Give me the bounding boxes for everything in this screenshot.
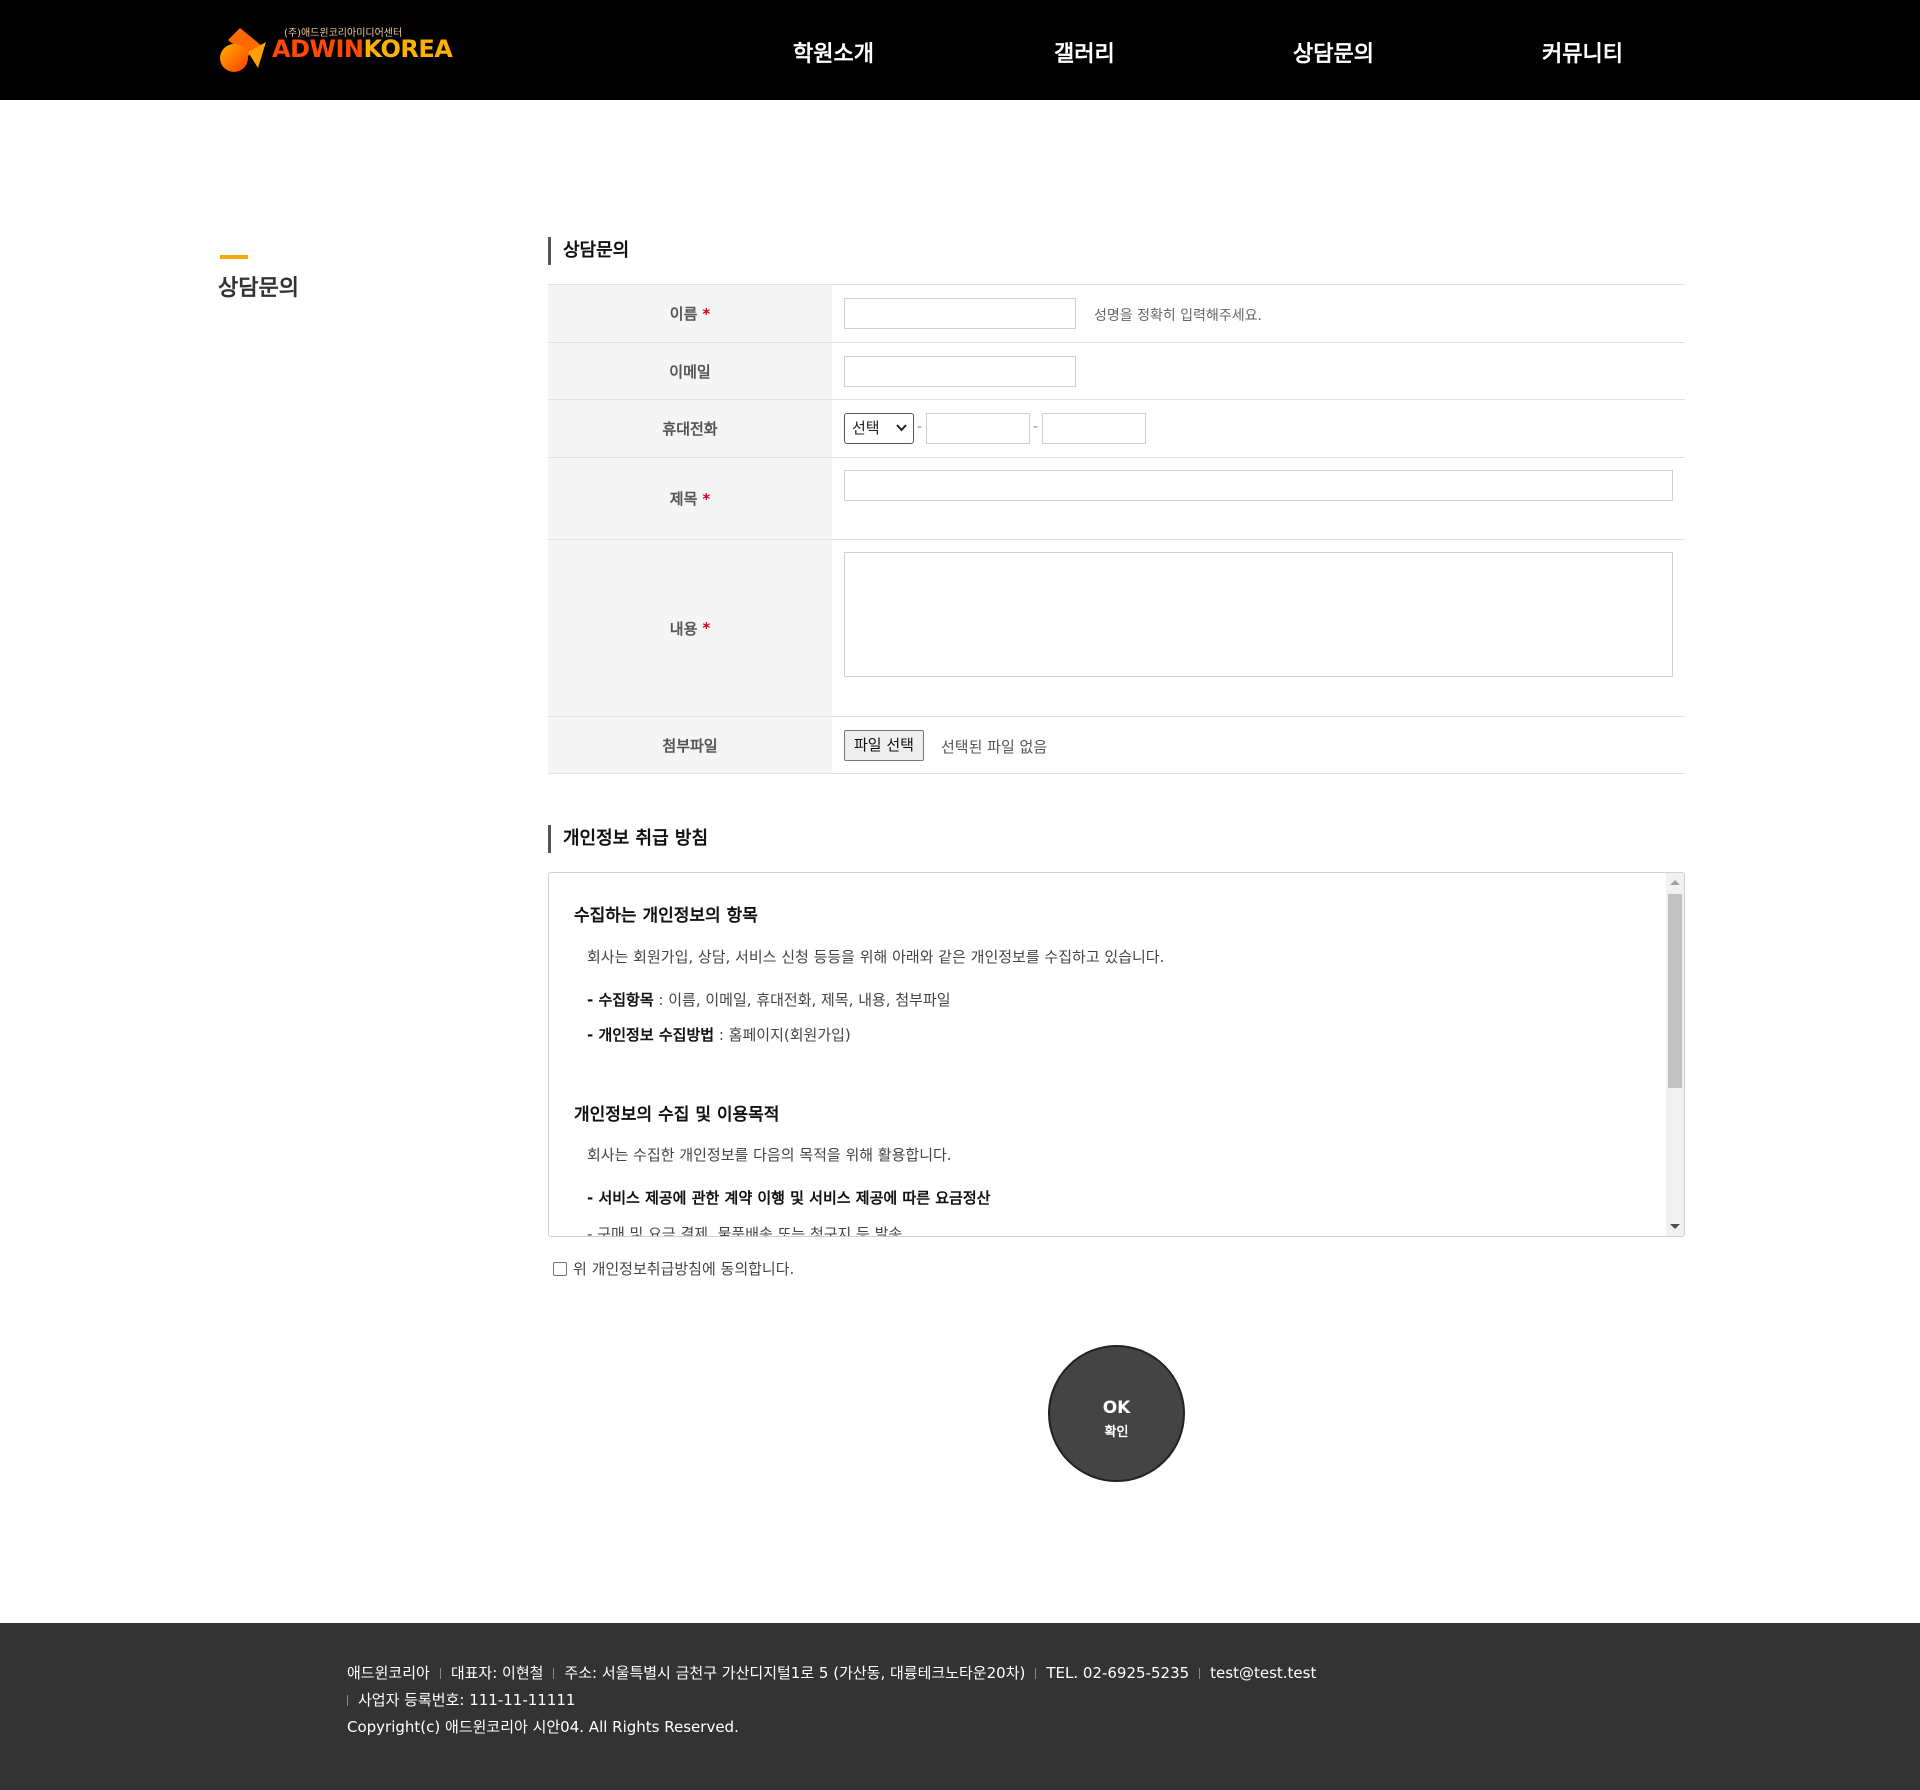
form-row-phone: 휴대전화 선택 - - (548, 400, 1685, 458)
name-hint: 성명을 정확히 입력해주세요. (1094, 308, 1262, 324)
subject-label: 제목 * (548, 458, 832, 539)
footer-copyright: Copyright(c) 애드윈코리아 시안04. All Rights Res… (347, 1718, 739, 1736)
side-title-accent (220, 255, 248, 259)
privacy-paragraph-1: 회사는 회원가입, 상담, 서비스 신청 등등을 위해 아래와 같은 개인정보를… (587, 948, 1165, 966)
privacy-section-title: 개인정보 취급 방침 (548, 825, 708, 853)
file-choose-button[interactable]: 파일 선택 (844, 730, 924, 761)
privacy-item-2: - 개인정보 수집방법 : 홈페이지(회원가입) (587, 1026, 851, 1044)
inquiry-section-title: 상담문의 (548, 237, 629, 265)
privacy-scrollbar[interactable] (1666, 873, 1684, 1236)
footer-ceo: 대표자: 이현철 (450, 1664, 544, 1682)
inquiry-form: 이름 * 성명을 정확히 입력해주세요. 이메일 휴대전화 선택 - - 제목 * … (548, 284, 1685, 774)
form-row-email: 이메일 (548, 343, 1685, 400)
footer-email[interactable]: test@test.test (1210, 1664, 1316, 1682)
footer-divider (347, 1695, 348, 1706)
footer-divider (1035, 1668, 1037, 1679)
chevron-down-icon (896, 424, 907, 432)
footer-tel: TEL. 02-6925-5235 (1046, 1664, 1190, 1682)
footer-biz-line: 사업자 등록번호: 111-11-11111 (347, 1689, 575, 1710)
form-row-name: 이름 * 성명을 정확히 입력해주세요. (548, 285, 1685, 343)
email-input[interactable] (844, 356, 1076, 387)
privacy-item-4: - 구매 및 요금 결제, 물품배송 또는 청구지 등 발송 (587, 1225, 903, 1237)
form-row-file: 첨부파일 파일 선택 선택된 파일 없음 (548, 717, 1685, 774)
submit-button[interactable]: OK 확인 (1048, 1345, 1185, 1482)
phone-separator-2: - (1033, 419, 1039, 435)
email-label: 이메일 (548, 343, 832, 399)
subject-input[interactable] (844, 470, 1673, 501)
nav-item-community[interactable]: 커뮤니티 (1542, 36, 1623, 68)
privacy-agree-label[interactable]: 위 개인정보취급방침에 동의합니다. (573, 1258, 794, 1279)
privacy-policy-box[interactable]: 수집하는 개인정보의 항목 회사는 회원가입, 상담, 서비스 신청 등등을 위… (548, 872, 1685, 1237)
footer-divider (439, 1668, 441, 1679)
scroll-thumb[interactable] (1668, 894, 1682, 1088)
footer-address: 주소: 서울특별시 금천구 가산디지털1로 5 (가산동, 대륭테크노타운20차… (564, 1664, 1026, 1682)
privacy-heading-items: 수집하는 개인정보의 항목 (574, 906, 758, 926)
footer-info-line: 애드윈코리아 대표자: 이현철 주소: 서울특별시 금천구 가산디지털1로 5 (가… (347, 1662, 1316, 1683)
submit-button-sublabel: 확인 (1104, 1425, 1129, 1440)
privacy-item-1: - 수집항목 : 이름, 이메일, 휴대전화, 제목, 내용, 첨부파일 (587, 991, 951, 1009)
phone-separator-1: - (917, 419, 923, 435)
submit-button-label: OK (1102, 1398, 1131, 1418)
privacy-paragraph-2: 회사는 수집한 개인정보를 다음의 목적을 위해 활용합니다. (587, 1146, 952, 1164)
phone-label: 휴대전화 (548, 400, 832, 457)
scroll-down-arrow-icon[interactable] (1670, 1224, 1680, 1229)
content-label: 내용 * (548, 540, 832, 716)
name-label: 이름 * (548, 285, 832, 342)
privacy-agree-checkbox[interactable] (553, 1261, 567, 1276)
form-row-content: 내용 * (548, 540, 1685, 717)
phone-prefix-select[interactable]: 선택 (844, 413, 914, 444)
footer-divider (553, 1668, 555, 1679)
file-label: 첨부파일 (548, 717, 832, 773)
nav-item-about[interactable]: 학원소개 (793, 36, 874, 68)
content-textarea[interactable] (844, 552, 1673, 677)
scroll-up-arrow-icon[interactable] (1670, 880, 1680, 885)
file-status-text: 선택된 파일 없음 (941, 738, 1048, 756)
main-nav: 학원소개 갤러리 상담문의 커뮤니티 (0, 0, 1920, 100)
name-input[interactable] (844, 298, 1076, 329)
site-header: (주)애드윈코리아미디어센터 ADWINKOREA 학원소개 갤러리 상담문의 … (0, 0, 1920, 100)
footer-divider (1199, 1668, 1201, 1679)
form-row-subject: 제목 * (548, 458, 1685, 540)
nav-item-inquiry[interactable]: 상담문의 (1293, 36, 1374, 68)
nav-item-gallery[interactable]: 갤러리 (1054, 36, 1115, 68)
footer-biz-number: 사업자 등록번호: 111-11-11111 (358, 1691, 576, 1709)
site-footer: 애드윈코리아 대표자: 이현철 주소: 서울특별시 금천구 가산디지털1로 5 (가… (0, 1623, 1920, 1790)
phone-last-input[interactable] (1042, 413, 1146, 444)
side-title: 상담문의 (218, 276, 299, 301)
privacy-heading-purpose: 개인정보의 수집 및 이용목적 (574, 1105, 780, 1125)
privacy-item-3: - 서비스 제공에 관한 계약 이행 및 서비스 제공에 따른 요금정산 (587, 1189, 991, 1207)
phone-middle-input[interactable] (926, 413, 1030, 444)
privacy-agree[interactable]: 위 개인정보취급방침에 동의합니다. (553, 1258, 794, 1279)
footer-company: 애드윈코리아 (347, 1664, 430, 1682)
